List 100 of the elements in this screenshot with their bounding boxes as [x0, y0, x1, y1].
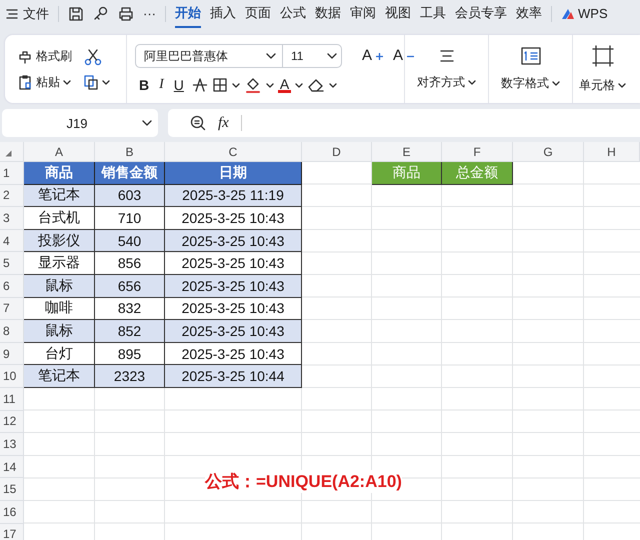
- ribbon-tab[interactable]: 会员专享: [455, 0, 507, 28]
- row-number[interactable]: 11: [0, 388, 24, 411]
- format-painter-button[interactable]: 格式刷: [17, 48, 72, 65]
- column-header[interactable]: G: [513, 142, 584, 162]
- table-cell: 2025-3-25 10:43: [165, 320, 302, 343]
- underline-button[interactable]: U: [174, 77, 184, 93]
- eraser-icon[interactable]: [307, 77, 326, 93]
- align-icon: [438, 48, 454, 64]
- ribbon-tab[interactable]: 视图: [385, 0, 411, 28]
- ribbon-tab[interactable]: 审阅: [350, 0, 376, 28]
- ribbon-tab[interactable]: 开始: [175, 0, 201, 28]
- italic-button[interactable]: I: [159, 77, 164, 93]
- chevron-icon: [266, 52, 276, 60]
- table-header: 日期: [165, 162, 302, 185]
- alignment-button[interactable]: 对齐方式: [417, 74, 476, 90]
- table-cell: 笔记本: [24, 365, 95, 388]
- save-icon[interactable]: [68, 6, 84, 22]
- column-header[interactable]: B: [95, 142, 165, 162]
- size-dropdown[interactable]: 11: [283, 45, 341, 67]
- zoom-icon[interactable]: [190, 115, 206, 131]
- shrink-font-button[interactable]: A: [393, 48, 404, 64]
- table-cell: 2025-3-25 11:19: [165, 184, 302, 208]
- row-number[interactable]: 2: [0, 184, 24, 208]
- cell-button[interactable]: 单元格: [579, 76, 626, 94]
- more-button[interactable]: ···: [143, 6, 156, 21]
- minus-icon: [407, 54, 414, 58]
- row-number[interactable]: 6: [0, 274, 24, 298]
- ribbon-tab[interactable]: 页面: [245, 0, 271, 28]
- clipboard-icon: [17, 74, 33, 90]
- table-header: 销售金额: [95, 162, 165, 185]
- row-number[interactable]: 12: [0, 410, 24, 434]
- row-number[interactable]: 10: [0, 365, 24, 388]
- caret-icon: [552, 80, 560, 86]
- table-header: 商品: [372, 162, 442, 185]
- number-format-icon: [520, 46, 540, 64]
- ribbon-tab[interactable]: 效率: [516, 0, 542, 28]
- table-cell: 2323: [95, 365, 165, 388]
- row-number[interactable]: 8: [0, 320, 24, 343]
- caret-icon: [266, 82, 274, 88]
- table-cell: 852: [95, 320, 165, 343]
- bold-button[interactable]: B: [139, 77, 150, 93]
- ribbon-tab[interactable]: 插入: [210, 0, 236, 28]
- row-number[interactable]: 1: [0, 162, 24, 185]
- caret-icon: [295, 82, 304, 88]
- row-number[interactable]: 5: [0, 252, 24, 275]
- function-button[interactable]: fx: [218, 114, 229, 132]
- font-color-button[interactable]: A: [278, 78, 292, 92]
- select-all-icon[interactable]: [5, 150, 12, 157]
- chevron-icon: [142, 120, 152, 126]
- caret-icon: [468, 78, 476, 86]
- number-format-button[interactable]: 数字格式: [501, 74, 560, 92]
- copy-button[interactable]: [83, 74, 110, 90]
- row-number[interactable]: 14: [0, 456, 24, 478]
- caret-icon: [102, 78, 110, 86]
- brand-label: WPS: [578, 6, 608, 21]
- row-number[interactable]: 17: [0, 524, 24, 540]
- row-number[interactable]: 13: [0, 433, 24, 456]
- print-icon[interactable]: [118, 6, 134, 22]
- menu-icon[interactable]: [6, 8, 18, 20]
- row-number[interactable]: 15: [0, 478, 24, 501]
- brush-icon: [17, 48, 33, 64]
- row-number[interactable]: 3: [0, 207, 24, 230]
- row-number[interactable]: 4: [0, 230, 24, 252]
- table-cell: 笔记本: [24, 184, 95, 208]
- column-header[interactable]: D: [302, 142, 372, 162]
- caret-icon: [232, 82, 240, 88]
- border-icon[interactable]: [212, 77, 228, 93]
- table-cell: 2025-3-25 10:43: [165, 230, 302, 252]
- name-box[interactable]: J19: [2, 109, 158, 137]
- table-cell: 540: [95, 230, 165, 252]
- row-number[interactable]: 16: [0, 500, 24, 524]
- column-header[interactable]: E: [372, 142, 442, 162]
- key-icon[interactable]: [93, 6, 109, 22]
- file-menu[interactable]: 文件: [23, 4, 49, 22]
- formula-caption: 公式：=UNIQUE(A2:A10): [205, 470, 402, 493]
- strikethrough-icon[interactable]: [192, 77, 208, 93]
- ribbon-tab[interactable]: 数据: [315, 0, 341, 28]
- copy-icon: [83, 74, 99, 90]
- table-cell: 603: [95, 184, 165, 208]
- column-header[interactable]: C: [165, 142, 302, 162]
- plus-icon: [376, 52, 384, 60]
- fill-color-icon[interactable]: [244, 76, 262, 94]
- column-header[interactable]: A: [24, 142, 95, 162]
- grow-font-button[interactable]: A: [362, 48, 372, 64]
- font-dropdown[interactable]: 阿里巴巴普惠体: [136, 45, 283, 67]
- column-header[interactable]: F: [442, 142, 513, 162]
- row-number[interactable]: 7: [0, 298, 24, 320]
- table-cell: 656: [95, 274, 165, 298]
- column-header[interactable]: H: [584, 142, 640, 162]
- cell-icon: [592, 44, 614, 66]
- ribbon-tab[interactable]: 公式: [280, 0, 306, 28]
- paste-button[interactable]: 粘贴: [17, 74, 71, 90]
- ribbon-tab[interactable]: 工具: [420, 0, 446, 28]
- table-header: 总金额: [442, 162, 513, 185]
- caret-icon: [329, 82, 338, 88]
- table-cell: 鼠标: [24, 274, 95, 298]
- table-cell: 2025-3-25 10:43: [165, 274, 302, 298]
- table-header: 商品: [24, 162, 95, 185]
- row-number[interactable]: 9: [0, 342, 24, 366]
- scissors-icon[interactable]: [84, 48, 102, 66]
